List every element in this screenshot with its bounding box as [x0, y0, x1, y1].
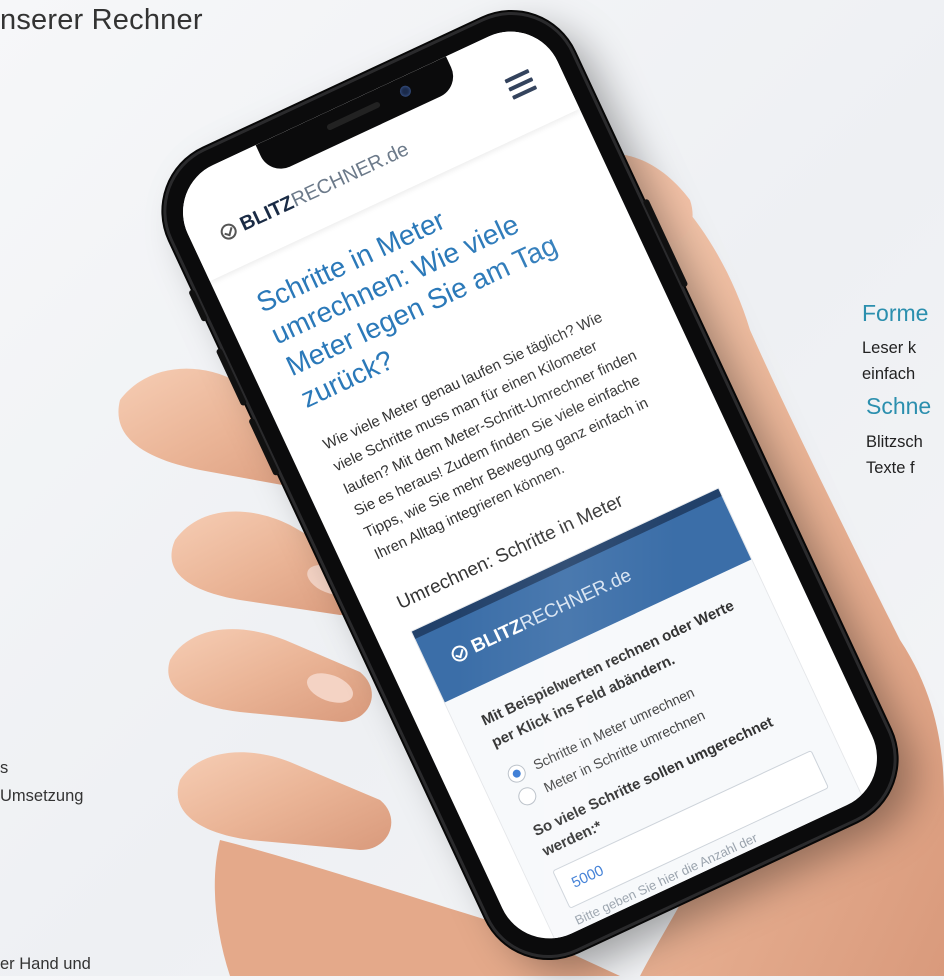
side-text-line: Umsetzung [0, 787, 84, 805]
side-text-line: er Hand und [0, 955, 91, 973]
front-camera [398, 83, 413, 99]
feature-text-formeln: Leser k einfach [862, 336, 916, 387]
steps-input-value: 5000 [569, 862, 607, 892]
main-content: Schritte in Meter umrechnen: Wie viele M… [251, 145, 876, 956]
radio-button[interactable] [515, 784, 540, 809]
calc-logo-bold: BLITZ [468, 615, 526, 658]
feature-title-schnell: Schne [866, 393, 932, 419]
feature-text-line: Blitzsch [866, 433, 923, 451]
volume-down-button [248, 417, 280, 477]
feature-title-formeln: Forme [862, 300, 929, 326]
check-circle-icon [218, 220, 240, 243]
smartphone: BLITZRECHNER.de Schritte in Meter umrech… [144, 0, 916, 977]
feature-text-line: Leser k [862, 339, 917, 357]
mute-switch [188, 288, 208, 323]
check-circle-icon [448, 642, 471, 664]
phone-screen: BLITZRECHNER.de Schritte in Meter umrech… [165, 14, 895, 956]
feature-text-line: Texte f [866, 458, 915, 477]
radio-button-checked[interactable] [504, 761, 529, 786]
page-heading: nserer Rechner [0, 4, 203, 36]
feature-text-schnell: Blitzsch Texte f [866, 430, 923, 481]
logo-bold: BLITZ [236, 191, 298, 236]
speaker [325, 101, 382, 131]
volume-up-button [215, 347, 248, 407]
feature-text-line: einfach [862, 364, 916, 383]
hamburger-menu-icon[interactable] [504, 68, 538, 100]
side-text-line: s [0, 759, 9, 777]
